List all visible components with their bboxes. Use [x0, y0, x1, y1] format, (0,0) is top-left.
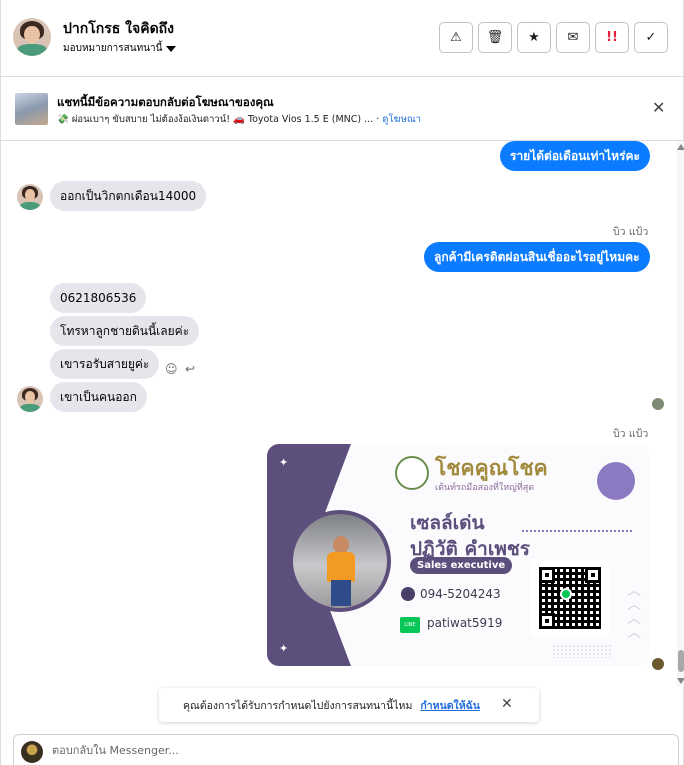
caret-down-icon [166, 45, 177, 52]
card-position-badge: Sales executive [410, 557, 513, 574]
assign-to-me-link[interactable]: กำหนดให้ฉัน [420, 697, 480, 714]
line-app-icon: LINE [400, 617, 420, 633]
scrollbar-thumb[interactable] [678, 650, 684, 672]
read-receipt-avatar [652, 398, 664, 410]
card-salesperson-photo [289, 510, 391, 612]
card-brand-tagline: เต้นท์รถมือสองที่ใหญ่ที่สุด [435, 483, 535, 493]
card-dotted-divider [522, 530, 632, 532]
phone-icon [401, 587, 415, 601]
close-icon[interactable]: ✕ [652, 98, 665, 117]
incoming-message[interactable]: เขารอรับสายยูค่ะ [50, 349, 160, 379]
contact-avatar-small [17, 386, 43, 412]
chevron-up-decor-icon: ︿ ︿ ︿ ︿ [627, 583, 641, 641]
star-icon: ★ [528, 30, 540, 45]
contact-avatar[interactable] [13, 18, 51, 56]
reply-icon[interactable]: ↩ [185, 362, 195, 376]
close-icon[interactable]: ✕ [501, 696, 513, 712]
card-line-id: patiwat5919 [427, 616, 503, 630]
delete-button[interactable]: 🗑 [478, 22, 512, 53]
business-card-image[interactable]: ✦ ✦ โชคคูณโชค เต้นท์รถมือสองที่ใหญ่ที่สุ… [267, 444, 649, 666]
scroll-down-arrow-icon[interactable] [677, 678, 684, 684]
seen-by-label: บิว แป้ว [613, 428, 649, 440]
follow-up-button[interactable]: !! [595, 22, 629, 53]
qr-code [531, 559, 609, 637]
sparkle-icon: ✦ [279, 456, 289, 469]
reply-input[interactable] [52, 744, 652, 757]
incoming-message[interactable]: โทรหาลูกชายดินนี้เลยค่ะ [50, 316, 200, 346]
reply-composer [13, 734, 679, 765]
react-emoji-icon[interactable]: ☺ [165, 362, 178, 376]
header-actions: ⚠ 🗑 ★ ✉ !! ✓ [439, 22, 668, 53]
ad-reply-banner: แชทนี้มีข้อความตอบกลับต่อโฆษณาของคุณ 💸 ผ… [1, 77, 684, 141]
card-brand-logo [395, 456, 429, 490]
outgoing-message[interactable]: รายได้ต่อเดือนเท่าไหร่คะ [500, 141, 650, 171]
line-logo-icon [560, 588, 572, 600]
trash-icon: 🗑 [486, 30, 504, 45]
assign-prompt-text: คุณต้องการได้รับการกำหนดไปยังการสนทนานี้… [183, 699, 413, 712]
incoming-message[interactable]: 0621806536 [50, 283, 147, 313]
view-ad-link[interactable]: ดูโฆษณา [382, 114, 421, 125]
star-button[interactable]: ★ [517, 22, 551, 53]
contact-avatar-small [17, 184, 43, 210]
envelope-icon: ✉ [567, 30, 579, 45]
outgoing-message[interactable]: ลูกค้ามีเครดิตผ่อนสินเชื่ออะไรอยู่ไหมคะ [424, 242, 650, 272]
assign-dropdown[interactable]: มอบหมายการสนทนานี้ [63, 41, 177, 56]
message-scrollbar[interactable] [677, 141, 684, 686]
incoming-message[interactable]: ออกเป็นวิกตกเดือน14000 [50, 181, 207, 211]
sparkle-icon: ✦ [279, 642, 289, 655]
ad-banner-title: แชทนี้มีข้อความตอบกลับต่อโฆษณาของคุณ [57, 95, 274, 109]
check-icon: ✓ [645, 30, 657, 45]
ad-description: 💸 ผ่อนเบาๆ ขับสบาย ไม่ต้องง้อเงินดาวน์! … [57, 114, 374, 125]
exclamation-icon: !! [606, 30, 618, 45]
incoming-message[interactable]: เขาเป็นคนออก [50, 382, 147, 412]
page-avatar [21, 741, 43, 763]
inbox-conversation-panel: ปากโกรธ ใจคิดถึง มอบหมายการสนทนานี้ ⚠ 🗑 … [0, 0, 684, 765]
read-receipt-avatar [652, 658, 664, 670]
ad-banner-subtitle: 💸 ผ่อนเบาๆ ขับสบาย ไม่ต้องง้อเงินดาวน์! … [57, 112, 421, 127]
ad-thumbnail[interactable] [15, 93, 48, 125]
contact-name[interactable]: ปากโกรธ ใจคิดถึง [63, 18, 174, 40]
mark-unread-button[interactable]: ✉ [556, 22, 590, 53]
seen-by-label: บิว แป้ว [613, 226, 649, 238]
spam-warning-button[interactable]: ⚠ [439, 22, 473, 53]
card-dot-pattern [552, 644, 612, 658]
done-button[interactable]: ✓ [634, 22, 668, 53]
assign-label: มอบหมายการสนทนานี้ [63, 43, 163, 54]
scroll-up-arrow-icon[interactable] [677, 144, 684, 150]
card-decor-circle [597, 462, 635, 500]
card-phone-number: 094-5204243 [420, 587, 501, 601]
message-thread: รายได้ต่อเดือนเท่าไหร่คะ ออกเป็นวิกตกเดื… [1, 141, 677, 686]
conversation-header: ปากโกรธ ใจคิดถึง มอบหมายการสนทนานี้ ⚠ 🗑 … [1, 0, 684, 77]
warning-icon: ⚠ [450, 30, 462, 45]
assign-prompt-toast: คุณต้องการได้รับการกำหนดไปยังการสนทนานี้… [159, 688, 539, 722]
